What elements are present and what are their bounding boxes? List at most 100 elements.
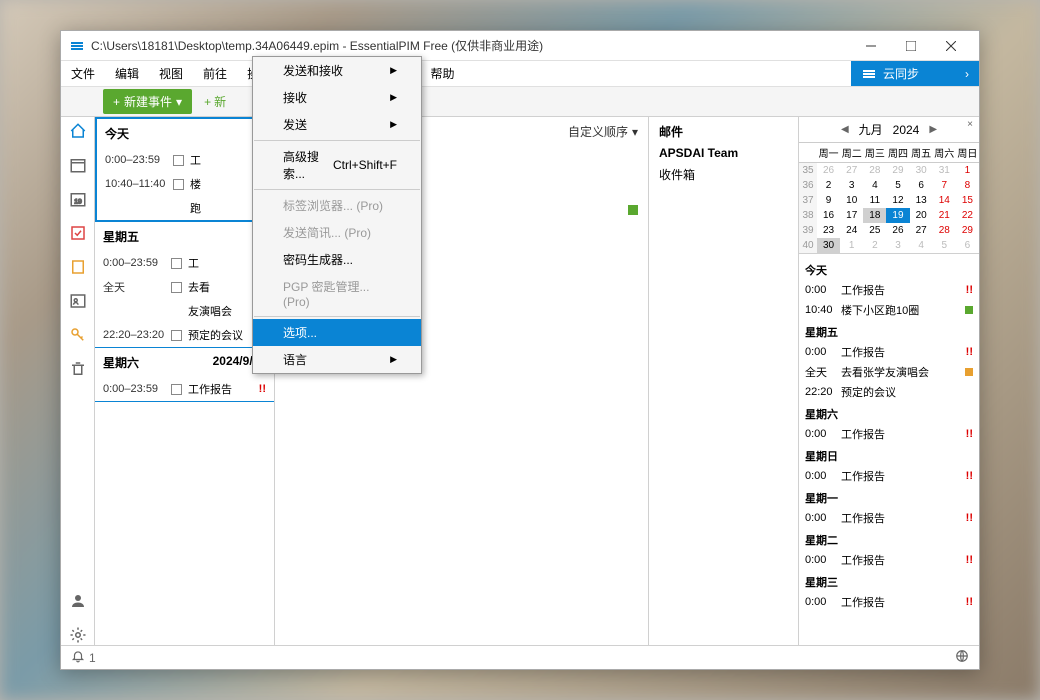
agenda-row[interactable]: 0:00工作报告!! xyxy=(805,342,973,362)
cal-day[interactable]: 27 xyxy=(840,163,863,178)
cal-day[interactable]: 29 xyxy=(886,163,909,178)
new-alt-button[interactable]: + 新 xyxy=(198,89,232,114)
mail-inbox[interactable]: 收件箱 xyxy=(659,166,788,183)
cloud-sync-button[interactable]: 云同步 › xyxy=(851,61,979,86)
event-row[interactable]: 全天去看 xyxy=(95,275,274,299)
menu-item[interactable]: 高级搜索...Ctrl+Shift+F xyxy=(253,143,421,187)
minimize-button[interactable] xyxy=(851,32,891,60)
event-row[interactable]: 0:00–23:59工!! xyxy=(95,251,274,275)
cal-day[interactable]: 23 xyxy=(817,223,840,238)
cal-day[interactable]: 30 xyxy=(910,163,933,178)
cal-day[interactable]: 3 xyxy=(840,178,863,193)
cal-month[interactable]: 九月 xyxy=(859,121,883,138)
event-row[interactable]: 22:20–23:20预定的会议⟳ xyxy=(95,323,274,347)
menu-edit[interactable]: 编辑 xyxy=(105,61,149,86)
cal-close-icon[interactable]: × xyxy=(967,119,973,130)
cal-day[interactable]: 3 xyxy=(886,238,909,253)
mail-team[interactable]: APSDAI Team xyxy=(659,146,788,160)
globe-icon[interactable] xyxy=(955,652,969,666)
cal-day[interactable]: 5 xyxy=(933,238,956,253)
cal-day[interactable]: 26 xyxy=(817,163,840,178)
cal-day[interactable]: 22 xyxy=(956,208,979,223)
cal-day[interactable]: 4 xyxy=(910,238,933,253)
menu-goto[interactable]: 前往 xyxy=(193,61,237,86)
agenda-row[interactable]: 10:40楼下小区跑10圈 xyxy=(805,300,973,320)
home-icon[interactable] xyxy=(68,121,88,141)
cal-day[interactable]: 2 xyxy=(863,238,886,253)
calendar-grid: 周一周二周三周四周五周六周日35262728293031136234567837… xyxy=(799,142,979,253)
cal-day[interactable]: 6 xyxy=(956,238,979,253)
menu-item[interactable]: 密码生成器... xyxy=(253,246,421,273)
cal-day[interactable]: 7 xyxy=(933,178,956,193)
checklist-icon[interactable] xyxy=(68,223,88,243)
cal-year[interactable]: 2024 xyxy=(893,123,920,137)
cal-day[interactable]: 25 xyxy=(863,223,886,238)
key-icon[interactable] xyxy=(68,325,88,345)
agenda-row[interactable]: 0:00工作报告!! xyxy=(805,508,973,528)
cal-day[interactable]: 15 xyxy=(956,193,979,208)
chevron-down-icon: ▾ xyxy=(632,125,638,139)
cal-day[interactable]: 26 xyxy=(886,223,909,238)
bell-count: 1 xyxy=(89,651,96,665)
user-icon[interactable] xyxy=(68,591,88,611)
menu-item[interactable]: 接收▶ xyxy=(253,84,421,111)
menu-item[interactable]: 发送和接收▶ xyxy=(253,57,421,84)
agenda-row[interactable]: 0:00工作报告!! xyxy=(805,550,973,570)
close-button[interactable] xyxy=(931,32,971,60)
sort-label[interactable]: 自定义顺序 xyxy=(568,123,628,140)
event-row[interactable]: 0:00–23:59工作报告!! xyxy=(95,377,274,401)
contacts-icon[interactable] xyxy=(68,291,88,311)
note-icon[interactable] xyxy=(68,257,88,277)
maximize-button[interactable] xyxy=(891,32,931,60)
cal-day[interactable]: 14 xyxy=(933,193,956,208)
agenda-row[interactable]: 0:00工作报告!! xyxy=(805,466,973,486)
cal-day[interactable]: 29 xyxy=(956,223,979,238)
cal-day[interactable]: 6 xyxy=(910,178,933,193)
cal-day[interactable]: 16 xyxy=(817,208,840,223)
cal-day[interactable]: 8 xyxy=(956,178,979,193)
cal-day[interactable]: 30 xyxy=(817,238,840,253)
menu-file[interactable]: 文件 xyxy=(61,61,105,86)
event-row[interactable]: 10:40–11:40楼 xyxy=(97,172,272,196)
cal-day[interactable]: 31 xyxy=(933,163,956,178)
menu-item[interactable]: 选项... xyxy=(253,319,421,346)
agenda-row[interactable]: 22:20预定的会议 xyxy=(805,382,973,402)
calendar-day-icon[interactable] xyxy=(68,155,88,175)
cal-day[interactable]: 24 xyxy=(840,223,863,238)
agenda-row[interactable]: 全天去看张学友演唱会 xyxy=(805,362,973,382)
cal-day[interactable]: 11 xyxy=(863,193,886,208)
calendar-icon[interactable]: 19 xyxy=(68,189,88,209)
cal-day[interactable]: 2 xyxy=(817,178,840,193)
cal-day[interactable]: 28 xyxy=(933,223,956,238)
menu-help[interactable]: 帮助 xyxy=(420,61,464,86)
cal-day[interactable]: 1 xyxy=(840,238,863,253)
cal-prev-icon[interactable]: ◀ xyxy=(841,124,849,135)
cal-day[interactable]: 5 xyxy=(886,178,909,193)
cal-day[interactable]: 1 xyxy=(956,163,979,178)
cal-day[interactable]: 18 xyxy=(863,208,886,223)
cal-day[interactable]: 13 xyxy=(910,193,933,208)
agenda-row[interactable]: 0:00工作报告!! xyxy=(805,280,973,300)
new-event-button[interactable]: + 新建事件 ▾ xyxy=(103,89,192,114)
cal-day[interactable]: 20 xyxy=(910,208,933,223)
menu-view[interactable]: 视图 xyxy=(149,61,193,86)
cal-day[interactable]: 12 xyxy=(886,193,909,208)
event-row[interactable]: 0:00–23:59工!! xyxy=(97,148,272,172)
cal-day[interactable]: 4 xyxy=(863,178,886,193)
agenda-row[interactable]: 0:00工作报告!! xyxy=(805,424,973,444)
agenda-list: 今天0:00工作报告!!10:40楼下小区跑10圈星期五0:00工作报告!!全天… xyxy=(799,253,979,645)
cal-next-icon[interactable]: ▶ xyxy=(929,124,937,135)
cal-day[interactable]: 19 xyxy=(886,208,909,223)
agenda-row[interactable]: 0:00工作报告!! xyxy=(805,592,973,612)
cal-day[interactable]: 9 xyxy=(817,193,840,208)
cal-day[interactable]: 10 xyxy=(840,193,863,208)
menu-item[interactable]: 发送▶ xyxy=(253,111,421,138)
cal-day[interactable]: 17 xyxy=(840,208,863,223)
gear-icon[interactable] xyxy=(68,625,88,645)
bell-icon[interactable] xyxy=(71,649,85,666)
trash-icon[interactable] xyxy=(68,359,88,379)
cal-day[interactable]: 21 xyxy=(933,208,956,223)
menu-item[interactable]: 语言▶ xyxy=(253,346,421,373)
cal-day[interactable]: 27 xyxy=(910,223,933,238)
cal-day[interactable]: 28 xyxy=(863,163,886,178)
